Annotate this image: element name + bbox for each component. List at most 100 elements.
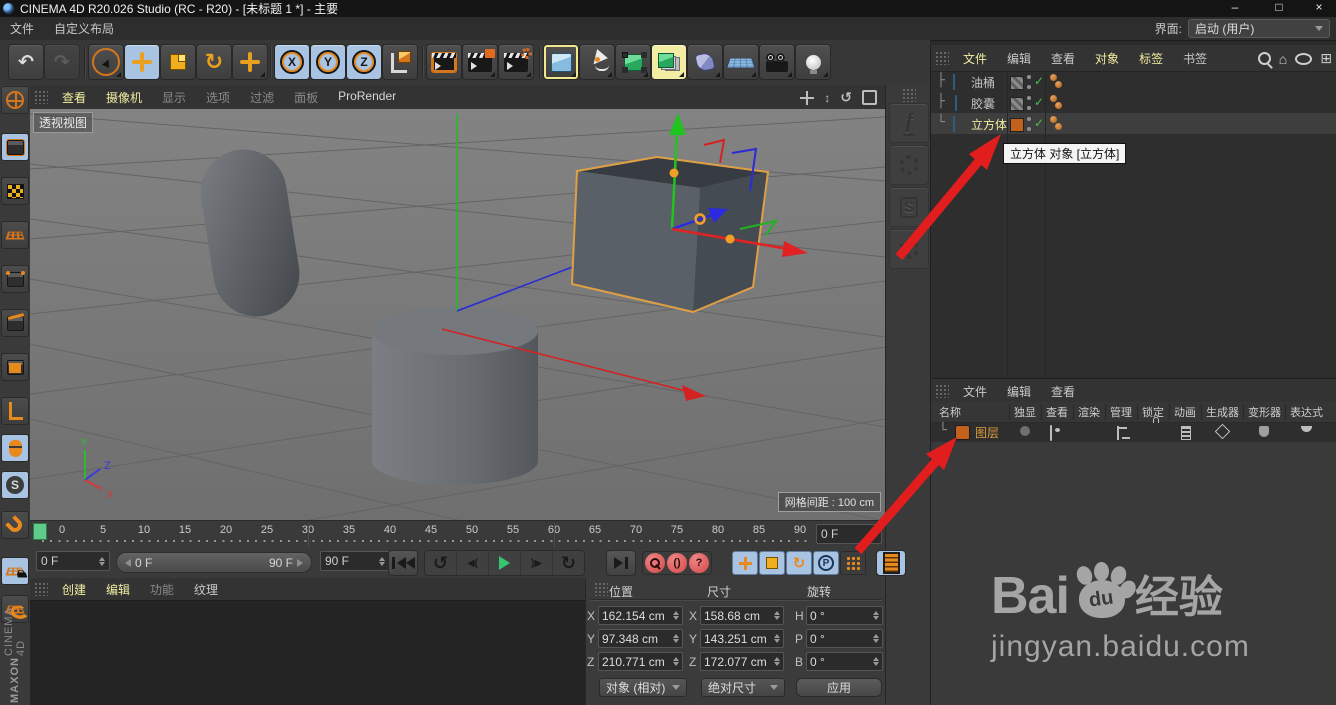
- redo-button[interactable]: ↷: [44, 44, 80, 80]
- frame-range-slider[interactable]: 0 F 90 F: [116, 552, 312, 573]
- app-menu-0[interactable]: 文件: [10, 20, 34, 37]
- viewport-solo-button[interactable]: [1, 434, 29, 462]
- expressions-toggle-icon[interactable]: [1301, 426, 1312, 432]
- keyframe-help-button[interactable]: ?: [689, 553, 709, 573]
- enabled-check-icon[interactable]: ✓: [1034, 116, 1044, 130]
- spinner-icon[interactable]: [673, 657, 679, 666]
- previous-key-button[interactable]: ◀(: [457, 551, 489, 575]
- viewport-menu-3[interactable]: 选项: [206, 89, 230, 106]
- add-primitive-button[interactable]: [543, 44, 579, 80]
- object-manager-menu-4[interactable]: 标签: [1139, 50, 1163, 67]
- viewport-pan-icon[interactable]: [800, 90, 815, 105]
- material-menu-2[interactable]: 功能: [150, 581, 174, 598]
- settings-panel2-button[interactable]: [889, 229, 929, 269]
- go-to-end-button[interactable]: [606, 550, 636, 576]
- texture-tag-icons[interactable]: [1050, 116, 1068, 132]
- position-mode-dropdown[interactable]: 对象 (相对): [599, 678, 687, 697]
- enable-snap-button[interactable]: [1, 511, 29, 539]
- scale-tool-button[interactable]: [160, 44, 196, 80]
- viewport-menu-4[interactable]: 过滤: [250, 89, 274, 106]
- model-mode-button[interactable]: [1, 133, 29, 161]
- lock-z-axis-button[interactable]: Z: [346, 44, 382, 80]
- material-menu-3[interactable]: 纹理: [194, 581, 218, 598]
- material-menu-0[interactable]: 创建: [62, 581, 86, 598]
- manage-toggle-icon[interactable]: [1117, 426, 1119, 440]
- drag-grip-icon[interactable]: [34, 582, 48, 596]
- layer-color-swatch[interactable]: [1010, 97, 1024, 111]
- viewport-menu-2[interactable]: 显示: [162, 89, 186, 106]
- live-selection-button[interactable]: ►: [88, 44, 124, 80]
- viewport-menu-6[interactable]: ProRender: [338, 89, 396, 106]
- xpresso-panel-button[interactable]: ƒ: [889, 103, 929, 143]
- drag-grip-icon[interactable]: [935, 384, 949, 398]
- object-row-油桶[interactable]: ├ 油桶 ✓: [931, 71, 1336, 92]
- layer-color-swatch[interactable]: [1010, 76, 1024, 90]
- add-deformer-button[interactable]: [687, 44, 723, 80]
- perspective-viewport[interactable]: Y Z X 透视视图 网格间距 : 100 cm: [30, 109, 885, 520]
- spinner-icon[interactable]: [673, 634, 679, 643]
- spinner-icon[interactable]: [673, 611, 679, 620]
- move-tool-button[interactable]: [124, 44, 160, 80]
- object-row-立方体[interactable]: └ 立方体 ✓: [931, 113, 1336, 134]
- spinner-icon[interactable]: [774, 657, 780, 666]
- add-spline-button[interactable]: [579, 44, 615, 80]
- edges-mode-button[interactable]: [1, 309, 29, 337]
- drag-grip-icon[interactable]: [34, 90, 48, 104]
- close-button[interactable]: ×: [1304, 0, 1334, 16]
- object-row-胶囊[interactable]: ├ 胶囊 ✓: [931, 92, 1336, 113]
- layer-manager-menu-0[interactable]: 文件: [963, 383, 987, 400]
- coord-value-field-尺寸-Z[interactable]: 172.077 cm: [700, 652, 784, 671]
- layer-row[interactable]: └ 图层: [931, 422, 1336, 442]
- coord-value-field-位置-X[interactable]: 162.154 cm: [598, 606, 683, 625]
- minimize-button[interactable]: –: [1220, 0, 1250, 16]
- drag-grip-icon[interactable]: [901, 88, 916, 102]
- object-manager-menu-1[interactable]: 编辑: [1007, 50, 1031, 67]
- rotate-tool-button[interactable]: ↻: [196, 44, 232, 80]
- spinner-icon[interactable]: [774, 611, 780, 620]
- object-manager-menu-0[interactable]: 文件: [963, 50, 987, 67]
- start-frame-field[interactable]: 0 F: [36, 551, 110, 571]
- spinner-icon[interactable]: [873, 657, 879, 666]
- view-toggle-icon[interactable]: [1050, 425, 1052, 441]
- spinner-icon[interactable]: [873, 611, 879, 620]
- lock-y-axis-button[interactable]: Y: [310, 44, 346, 80]
- add-light-button[interactable]: [795, 44, 831, 80]
- coord-value-field-旋转-H[interactable]: 0 °: [806, 606, 883, 625]
- key-points-button[interactable]: [840, 551, 866, 575]
- spinner-icon[interactable]: [873, 634, 879, 643]
- visibility-dots-icon[interactable]: [1027, 75, 1032, 89]
- layer-color-swatch[interactable]: [955, 425, 970, 440]
- timeline-ruler[interactable]: 051015202530354045505560657075808590 0 F: [30, 520, 885, 549]
- app-menu-1[interactable]: 自定义布局: [54, 20, 114, 37]
- layers-panel-button[interactable]: S: [889, 187, 929, 227]
- deformers-toggle-icon[interactable]: [1259, 426, 1269, 437]
- viewport-menu-1[interactable]: 摄像机: [106, 89, 142, 106]
- texture-tag-icons[interactable]: [1050, 74, 1068, 90]
- visibility-dots-icon[interactable]: [1027, 96, 1032, 110]
- layer-manager-menu-1[interactable]: 编辑: [1007, 383, 1031, 400]
- solo-toggle-icon[interactable]: [1020, 426, 1030, 436]
- restore-button[interactable]: □: [1264, 0, 1294, 16]
- play-button[interactable]: [489, 551, 521, 575]
- drag-grip-icon[interactable]: [935, 51, 949, 65]
- apply-button[interactable]: 应用: [796, 678, 882, 697]
- play-forwards-button[interactable]: ↻: [553, 551, 584, 575]
- visibility-dots-icon[interactable]: [1027, 117, 1032, 131]
- coord-value-field-旋转-B[interactable]: 0 °: [806, 652, 883, 671]
- coord-value-field-尺寸-Y[interactable]: 143.251 cm: [700, 629, 784, 648]
- workplane-mode-button[interactable]: [1, 221, 29, 249]
- drag-grip-icon[interactable]: [594, 582, 608, 596]
- current-frame-field[interactable]: 0 F: [816, 524, 882, 544]
- coordinate-system-button[interactable]: [382, 44, 418, 80]
- lock-workplane-button[interactable]: [1, 557, 29, 585]
- coord-value-field-尺寸-X[interactable]: 158.68 cm: [700, 606, 784, 625]
- lock-x-axis-button[interactable]: X: [274, 44, 310, 80]
- key-parameters-button[interactable]: P: [813, 551, 839, 575]
- enable-axis-button[interactable]: [1, 397, 29, 425]
- key-rotation-button[interactable]: ↻: [786, 551, 812, 575]
- size-mode-dropdown[interactable]: 绝对尺寸: [701, 678, 785, 697]
- generators-toggle-icon[interactable]: [1214, 423, 1231, 440]
- coord-value-field-位置-Z[interactable]: 210.771 cm: [598, 652, 683, 671]
- animation-toggle-icon[interactable]: [1181, 426, 1191, 440]
- add-panel-icon[interactable]: ⊞: [1320, 50, 1332, 67]
